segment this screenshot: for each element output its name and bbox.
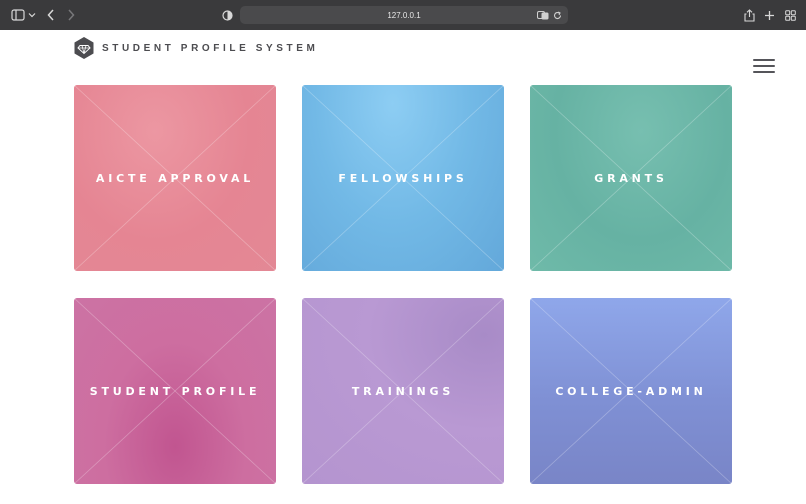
sidebar-icon xyxy=(10,9,25,21)
tile-college-admin[interactable]: COLLEGE-ADMIN xyxy=(530,298,732,484)
share-icon xyxy=(743,8,755,22)
tile-grants[interactable]: GRANTS xyxy=(530,85,732,271)
tile-label: TRAININGS xyxy=(351,384,455,398)
new-tab-icon xyxy=(764,10,774,20)
tile-trainings[interactable]: TRAININGS xyxy=(302,298,504,484)
new-tab-button[interactable] xyxy=(762,6,776,24)
back-icon xyxy=(47,9,54,21)
browser-toolbar: 127.0.0.1 xyxy=(0,0,806,30)
hamburger-menu-icon xyxy=(753,59,775,61)
shield-icon xyxy=(221,9,233,21)
forward-icon xyxy=(68,9,75,21)
site-title: STUDENT PROFILE SYSTEM xyxy=(102,42,319,54)
site-logo[interactable]: STUDENT PROFILE SYSTEM xyxy=(73,36,318,60)
diamond-logo-icon xyxy=(74,37,94,59)
chevron-down-icon xyxy=(28,13,35,18)
privacy-shield-button[interactable] xyxy=(220,6,234,24)
tile-student-profile[interactable]: STUDENT PROFILE xyxy=(74,298,276,484)
tile-fellowships[interactable]: FELLOWSHIPS xyxy=(302,85,504,271)
forward-button[interactable] xyxy=(64,6,78,24)
tile-label: GRANTS xyxy=(594,171,668,185)
tile-label: COLLEGE-ADMIN xyxy=(555,384,707,398)
share-button[interactable] xyxy=(742,6,756,24)
url-text: 127.0.0.1 xyxy=(387,10,421,20)
translate-icon[interactable] xyxy=(537,10,549,20)
tab-overview-icon xyxy=(784,9,796,21)
hamburger-menu-button[interactable] xyxy=(753,58,775,74)
address-bar[interactable]: 127.0.0.1 xyxy=(240,6,568,24)
tile-label: STUDENT PROFILE xyxy=(89,384,261,398)
tab-overview-button[interactable] xyxy=(783,6,797,24)
tile-label: AICTE APPROVAL xyxy=(95,171,255,185)
tile-label: FELLOWSHIPS xyxy=(338,171,468,185)
sidebar-toggle-button[interactable] xyxy=(10,6,36,24)
tile-aicte-approval[interactable]: AICTE APPROVAL xyxy=(74,85,276,271)
back-button[interactable] xyxy=(44,6,58,24)
reload-icon[interactable] xyxy=(553,11,562,20)
